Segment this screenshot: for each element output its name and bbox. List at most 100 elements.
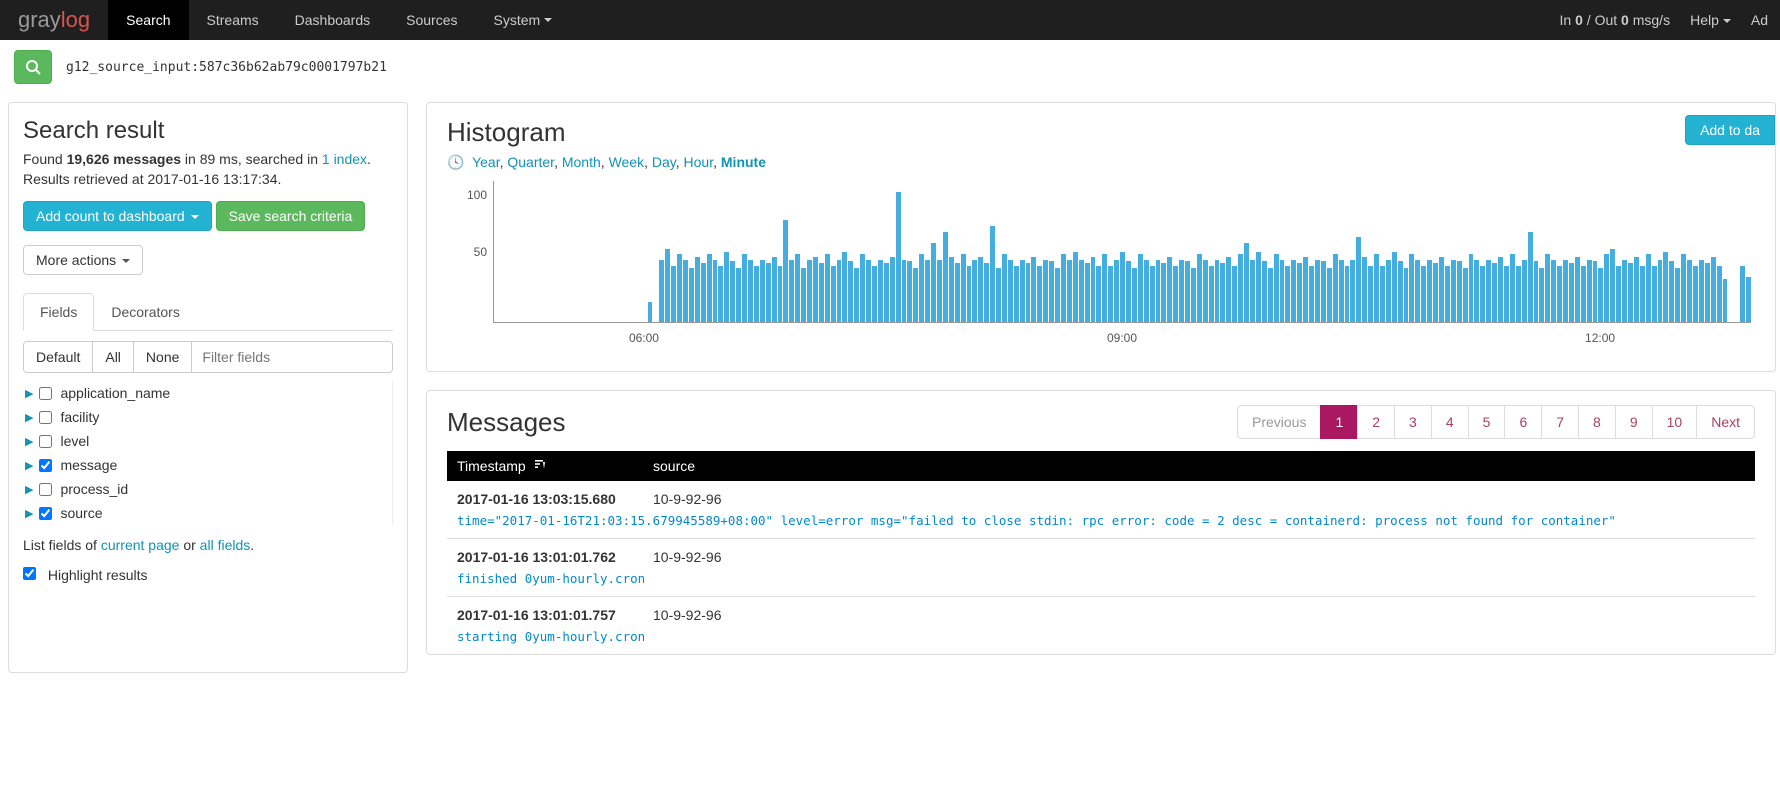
field-checkbox[interactable] (39, 483, 52, 496)
field-name[interactable]: process_id (60, 481, 128, 497)
chart-bar (1096, 266, 1101, 322)
highlight-results-checkbox[interactable] (23, 567, 36, 580)
chart-bar (1156, 260, 1161, 322)
expand-field-icon[interactable]: ▶ (25, 483, 33, 496)
interval-quarter[interactable]: Quarter (507, 154, 554, 170)
pagination-page-6[interactable]: 6 (1504, 405, 1542, 439)
field-name[interactable]: message (60, 457, 117, 473)
chart-bar (1439, 257, 1444, 322)
logo[interactable]: graylog (0, 0, 108, 40)
index-link[interactable]: 1 index (322, 151, 367, 167)
clock-icon: 🕓 (447, 154, 464, 170)
interval-month[interactable]: Month (562, 154, 601, 170)
more-actions-button[interactable]: More actions (23, 245, 143, 275)
chart-bar (878, 260, 883, 322)
filter-fields-input[interactable] (192, 342, 393, 372)
pagination-page-10[interactable]: 10 (1652, 405, 1698, 439)
field-checkbox[interactable] (39, 411, 52, 424)
expand-field-icon[interactable]: ▶ (25, 387, 33, 400)
fields-default-button[interactable]: Default (24, 342, 93, 372)
period: . (367, 151, 371, 167)
nav-help[interactable]: Help (1690, 12, 1731, 28)
column-header-timestamp[interactable]: Timestamp (457, 458, 653, 474)
nav-item-dashboards[interactable]: Dashboards (277, 0, 389, 40)
fields-none-button[interactable]: None (134, 342, 192, 372)
chart-bar (730, 261, 735, 322)
chart-bar (872, 266, 877, 322)
tab-fields[interactable]: Fields (23, 293, 94, 331)
search-button[interactable] (14, 50, 52, 84)
histogram-chart[interactable]: 50100 06:0009:0012:00 (447, 181, 1755, 351)
field-checkbox[interactable] (39, 387, 52, 400)
message-row[interactable]: 2017-01-16 13:01:01.75710-9-92-96startin… (447, 596, 1755, 654)
field-name[interactable]: facility (60, 409, 99, 425)
message-row[interactable]: 2017-01-16 13:03:15.68010-9-92-96time="2… (447, 481, 1755, 538)
field-row: ▶ application_name (23, 381, 386, 405)
interval-selector: 🕓 Year, Quarter, Month, Week, Day, Hour,… (447, 154, 1755, 171)
search-query-text[interactable]: g12_source_input:587c36b62ab79c0001797b2… (66, 60, 387, 75)
interval-year[interactable]: Year (472, 154, 500, 170)
chart-bar (1031, 257, 1036, 322)
pagination-page-2[interactable]: 2 (1357, 405, 1395, 439)
pagination-page-3[interactable]: 3 (1394, 405, 1432, 439)
chart-bar (1398, 261, 1403, 322)
chart-bar (1587, 260, 1592, 322)
chart-bar (1037, 266, 1042, 322)
interval-week[interactable]: Week (609, 154, 645, 170)
current-page-link[interactable]: current page (101, 537, 180, 553)
pagination-prev[interactable]: Previous (1237, 405, 1321, 439)
interval-minute[interactable]: Minute (721, 154, 766, 170)
all-fields-link[interactable]: all fields (200, 537, 251, 553)
chart-bar (1209, 266, 1214, 322)
field-checkbox[interactable] (39, 507, 52, 520)
chart-bar (1581, 266, 1586, 322)
pagination-next[interactable]: Next (1696, 405, 1755, 439)
nav-admin[interactable]: Ad (1751, 12, 1768, 28)
chart-bar (907, 261, 912, 322)
fields-all-button[interactable]: All (93, 342, 134, 372)
result-summary-line2: Results retrieved at 2017-01-16 13:17:34… (23, 171, 393, 187)
nav-item-label: Sources (406, 12, 457, 28)
expand-field-icon[interactable]: ▶ (25, 507, 33, 520)
expand-field-icon[interactable]: ▶ (25, 411, 33, 424)
chart-bar (1102, 254, 1107, 322)
pagination-page-8[interactable]: 8 (1578, 405, 1616, 439)
add-count-to-dashboard-button[interactable]: Add count to dashboard (23, 201, 212, 231)
message-row[interactable]: 2017-01-16 13:01:01.76210-9-92-96finishe… (447, 538, 1755, 596)
field-row: ▶ process_id (23, 477, 386, 501)
field-name[interactable]: level (60, 433, 89, 449)
chart-bar (807, 260, 812, 322)
field-checkbox[interactable] (39, 459, 52, 472)
chart-bar (783, 220, 788, 322)
field-checkbox[interactable] (39, 435, 52, 448)
chart-bar (1197, 254, 1202, 322)
expand-field-icon[interactable]: ▶ (25, 459, 33, 472)
save-search-criteria-button[interactable]: Save search criteria (216, 201, 366, 231)
pagination-page-9[interactable]: 9 (1615, 405, 1653, 439)
chart-bar (1238, 254, 1243, 322)
add-to-dashboard-button[interactable]: Add to da (1685, 115, 1775, 145)
pagination-page-7[interactable]: 7 (1541, 405, 1579, 439)
field-list[interactable]: ▶ application_name ▶ facility ▶ level ▶ message… (23, 381, 393, 525)
pagination-page-5[interactable]: 5 (1468, 405, 1506, 439)
field-name[interactable]: source (60, 505, 102, 521)
expand-field-icon[interactable]: ▶ (25, 435, 33, 448)
interval-day[interactable]: Day (652, 154, 676, 170)
chart-bar (1327, 268, 1332, 322)
pagination-page-4[interactable]: 4 (1431, 405, 1469, 439)
chart-bar (1421, 266, 1426, 322)
nav-item-search[interactable]: Search (108, 0, 188, 40)
nav-item-streams[interactable]: Streams (189, 0, 277, 40)
chart-bar (718, 266, 723, 322)
nav-item-sources[interactable]: Sources (388, 0, 475, 40)
field-name[interactable]: application_name (60, 385, 170, 401)
pagination-page-1[interactable]: 1 (1320, 405, 1358, 439)
chart-bar (742, 254, 747, 322)
tab-decorators[interactable]: Decorators (94, 293, 196, 331)
result-summary-line1: Found 19,626 messages in 89 ms, searched… (23, 151, 393, 167)
nav-item-system[interactable]: System (476, 0, 571, 40)
column-header-source[interactable]: source (653, 458, 695, 474)
interval-hour[interactable]: Hour (684, 154, 714, 170)
chart-bar (1297, 263, 1302, 322)
chart-bar (1167, 257, 1172, 322)
